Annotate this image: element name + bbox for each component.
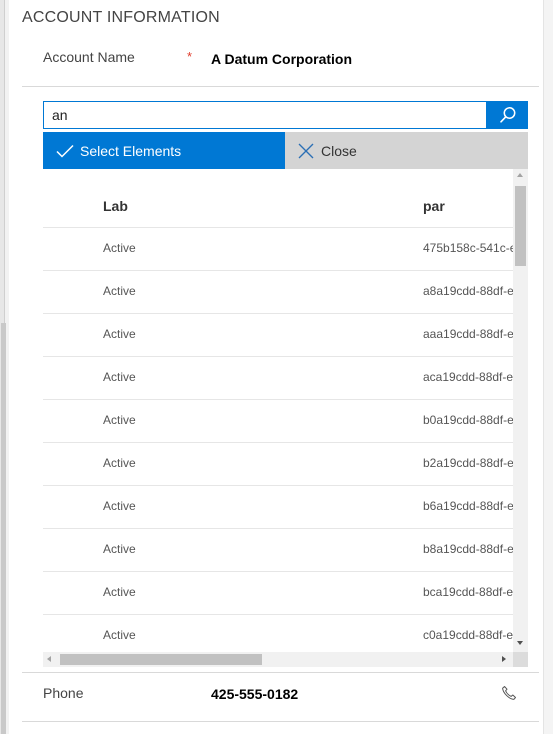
row-status: Active [103, 284, 136, 298]
right-panel-edge [543, 0, 553, 734]
table-row[interactable]: Active b6a19cdd-88df-e [43, 486, 513, 529]
row-id: b8a19cdd-88df-e [423, 542, 513, 556]
select-elements-button[interactable]: Select Elements [43, 132, 285, 169]
search-input[interactable] [44, 102, 460, 128]
row-status: Active [103, 456, 136, 470]
select-elements-label: Select Elements [80, 142, 182, 159]
vertical-scrollbar[interactable] [513, 169, 528, 652]
column-header-lab[interactable]: Lab [103, 198, 128, 214]
results-grid: Lab par Active 475b158c-541c-e Active a8a1… [43, 169, 528, 667]
row-id: aaa19cdd-88df-e [423, 327, 513, 341]
scroll-right-arrow-icon[interactable] [502, 656, 506, 662]
row-status: Active [103, 628, 136, 642]
row-id: a8a19cdd-88df-e [423, 284, 513, 298]
section-title: ACCOUNT INFORMATION [22, 9, 220, 26]
table-row[interactable]: Active b2a19cdd-88df-e [43, 443, 513, 486]
vertical-scroll-thumb[interactable] [515, 186, 526, 266]
table-row[interactable]: Active a8a19cdd-88df-e [43, 271, 513, 314]
row-status: Active [103, 542, 136, 556]
scroll-left-arrow-icon[interactable] [47, 656, 51, 662]
lookup-dialog: Select Elements Close Lab par Active 475b… [43, 101, 528, 667]
divider [22, 86, 539, 87]
horizontal-scrollbar[interactable] [43, 652, 513, 667]
row-id: b6a19cdd-88df-e [423, 499, 513, 513]
phone-value[interactable]: 425-555-0182 [211, 686, 298, 702]
phone-icon[interactable] [501, 685, 517, 706]
phone-label: Phone [43, 685, 84, 701]
account-name-value[interactable]: A Datum Corporation [211, 51, 352, 67]
close-label: Close [321, 142, 357, 159]
row-status: Active [103, 585, 136, 599]
row-status: Active [103, 327, 136, 341]
divider [22, 721, 539, 722]
scroll-up-arrow-icon[interactable] [517, 173, 523, 177]
lookup-toolbar: Select Elements Close [43, 132, 528, 169]
grid-header: Lab par [43, 169, 513, 228]
row-status: Active [103, 241, 136, 255]
table-row[interactable]: Active b0a19cdd-88df-e [43, 400, 513, 443]
table-row[interactable]: Active 475b158c-541c-e [43, 228, 513, 271]
search-button[interactable] [487, 101, 528, 129]
horizontal-scroll-thumb[interactable] [60, 654, 262, 665]
required-marker: * [187, 49, 193, 64]
close-button[interactable]: Close [285, 132, 528, 169]
column-header-par[interactable]: par [423, 198, 445, 214]
left-panel-selection [1, 323, 6, 734]
grid-rows: Active 475b158c-541c-e Active a8a19cdd-88d… [43, 228, 513, 658]
account-name-label: Account Name [43, 49, 135, 65]
close-icon [298, 143, 314, 159]
row-status: Active [103, 370, 136, 384]
table-row[interactable]: Active aaa19cdd-88df-e [43, 314, 513, 357]
table-row[interactable]: Active aca19cdd-88df-e [43, 357, 513, 400]
checkmark-icon [56, 144, 74, 158]
table-row[interactable]: Active bca19cdd-88df-e [43, 572, 513, 615]
row-id: b0a19cdd-88df-e [423, 413, 513, 427]
row-id: aca19cdd-88df-e [423, 370, 513, 384]
search-icon [499, 106, 517, 124]
row-id: c0a19cdd-88df-e [423, 628, 513, 642]
row-status: Active [103, 413, 136, 427]
row-id: b2a19cdd-88df-e [423, 456, 513, 470]
row-status: Active [103, 499, 136, 513]
table-row[interactable]: Active b8a19cdd-88df-e [43, 529, 513, 572]
scroll-down-arrow-icon[interactable] [517, 641, 523, 645]
row-id: 475b158c-541c-e [423, 241, 513, 255]
scrollbar-corner [513, 652, 528, 667]
divider [22, 672, 539, 673]
row-id: bca19cdd-88df-e [423, 585, 513, 599]
search-box [43, 101, 487, 129]
left-panel-edge [0, 0, 9, 734]
